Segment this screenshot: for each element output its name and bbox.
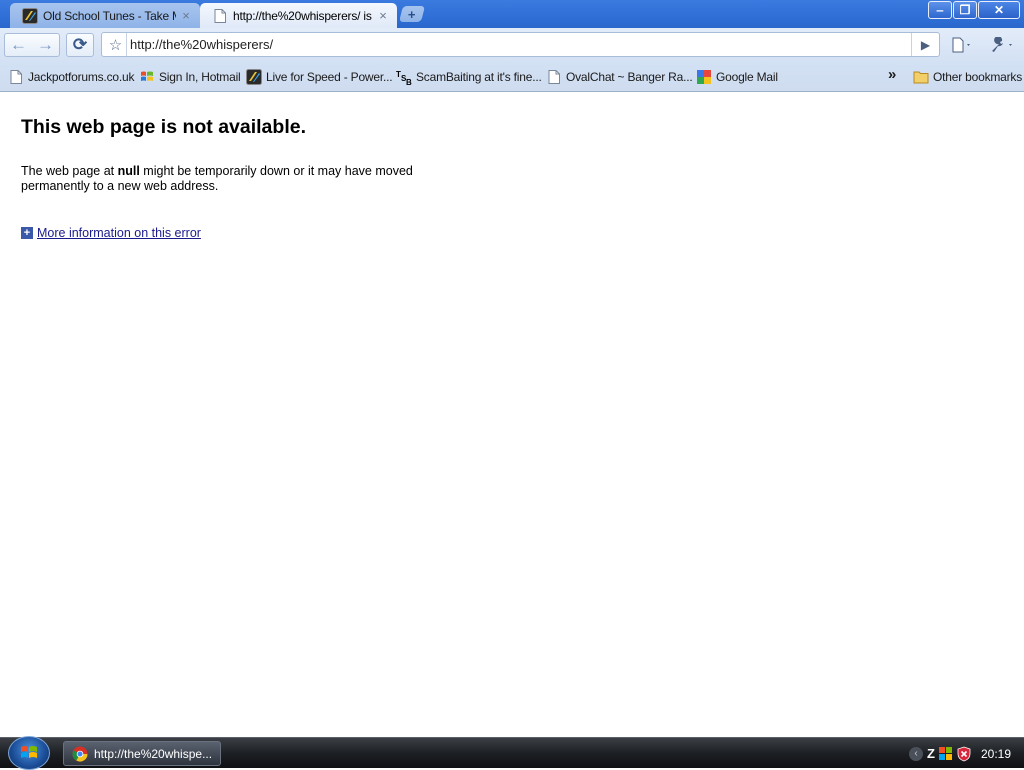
start-button[interactable] [8, 736, 50, 770]
system-tray: ‹ Z 20:19 [909, 738, 1024, 769]
reload-button[interactable]: ⟳ [66, 33, 94, 57]
reload-icon: ⟳ [72, 35, 88, 54]
page-content: This web page is not available. The web … [0, 92, 1024, 737]
windows-flag-icon[interactable] [938, 746, 953, 761]
zonealarm-icon[interactable]: Z [927, 746, 935, 761]
page-icon [8, 69, 24, 85]
minimize-button[interactable]: ‒ [928, 1, 952, 19]
expand-plus-icon[interactable]: + [21, 227, 33, 239]
go-button[interactable]: ▶ [911, 33, 939, 56]
security-shield-icon[interactable] [957, 746, 971, 762]
bookmark-label: Jackpotforums.co.uk [28, 70, 135, 84]
page-menu-button[interactable] [948, 34, 976, 56]
google-icon [696, 69, 712, 85]
wrench-icon [992, 37, 1012, 52]
error-message: The web page at null might be temporaril… [21, 164, 461, 194]
error-message-prefix: The web page at [21, 164, 118, 178]
svg-text:B: B [406, 78, 412, 85]
back-arrow-icon: ← [10, 35, 27, 54]
bookmark-label: Google Mail [716, 70, 778, 84]
tab-title: Old School Tunes - Take M... [43, 8, 176, 23]
taskbar-window-label: http://the%20whispe... [94, 746, 213, 761]
address-bar[interactable]: ☆ ▶ [101, 32, 940, 57]
clock[interactable]: 20:19 [981, 747, 1011, 761]
url-input[interactable] [130, 35, 910, 54]
double-chevron-icon: » [888, 65, 897, 83]
close-window-button[interactable]: ✕ [978, 1, 1020, 19]
page-icon [546, 69, 562, 85]
forward-arrow-icon[interactable]: → [37, 35, 54, 55]
tab-title: http://the%20whisperers/ is ... [233, 8, 373, 23]
tab-strip: Old School Tunes - Take M... × http://th… [0, 0, 1024, 28]
bookmark-ovalchat[interactable]: OvalChat ~ Banger Ra... [546, 68, 693, 86]
bookmark-label: OvalChat ~ Banger Ra... [566, 70, 693, 84]
bookmark-scambaiting[interactable]: TSB ScamBaiting at it's fine... [396, 68, 542, 86]
taskbar: http://the%20whispe... ‹ Z 20:19 [0, 736, 1024, 770]
other-bookmarks-folder[interactable]: Other bookmarks [913, 68, 1022, 86]
bookmark-hotmail[interactable]: Sign In, Hotmail [139, 68, 241, 86]
bookmark-label: Sign In, Hotmail [159, 70, 241, 84]
bookmark-jackpotforums[interactable]: Jackpotforums.co.uk [8, 68, 134, 86]
page-menu-icon [952, 37, 970, 53]
tab-close-icon[interactable]: × [180, 8, 192, 23]
more-info-toggle[interactable]: + More information on this error [21, 226, 201, 240]
other-bookmarks-label: Other bookmarks [933, 70, 1023, 84]
page-icon [212, 8, 228, 24]
bookmarks-overflow-chevron[interactable]: » [888, 65, 896, 83]
windows-flag-icon [139, 69, 155, 85]
new-tab-button[interactable]: + [399, 6, 425, 22]
bookmark-star-icon[interactable]: ☆ [105, 33, 127, 56]
minimize-icon: ‒ [936, 3, 944, 17]
toolbar: ← → ⟳ ☆ ▶ [0, 28, 1024, 62]
tab-close-icon[interactable]: × [377, 8, 389, 23]
bookmark-label: Live for Speed - Power... [266, 70, 393, 84]
tab-the-whisperers[interactable]: http://the%20whisperers/ is ... × [200, 3, 397, 28]
lfs-favicon-icon [246, 69, 262, 85]
bookmarks-bar: Jackpotforums.co.uk Sign In, Hotmail Liv… [0, 62, 1024, 92]
bookmark-google-mail[interactable]: Google Mail [696, 68, 778, 86]
tsb-icon: TSB [396, 69, 412, 85]
windows-logo-icon [21, 746, 37, 758]
back-button[interactable]: ← → [4, 33, 60, 57]
close-icon: ✕ [993, 3, 1005, 17]
error-title: This web page is not available. [21, 116, 306, 138]
taskbar-window-button[interactable]: http://the%20whispe... [63, 741, 221, 766]
bookmark-live-for-speed[interactable]: Live for Speed - Power... [246, 68, 393, 86]
plus-icon: + [408, 6, 416, 22]
chrome-icon [72, 746, 88, 762]
error-url: null [117, 164, 140, 178]
restore-button[interactable]: ❐ [953, 1, 977, 19]
tab-old-school-tunes[interactable]: Old School Tunes - Take M... × [10, 3, 200, 28]
folder-icon [913, 69, 929, 85]
wrench-menu-button[interactable] [986, 34, 1018, 56]
restore-icon: ❐ [959, 3, 971, 17]
lfs-favicon-icon [22, 7, 38, 24]
more-info-link[interactable]: More information on this error [37, 226, 201, 240]
bookmark-label: ScamBaiting at it's fine... [416, 70, 542, 84]
tray-expand-icon[interactable]: ‹ [909, 746, 924, 761]
